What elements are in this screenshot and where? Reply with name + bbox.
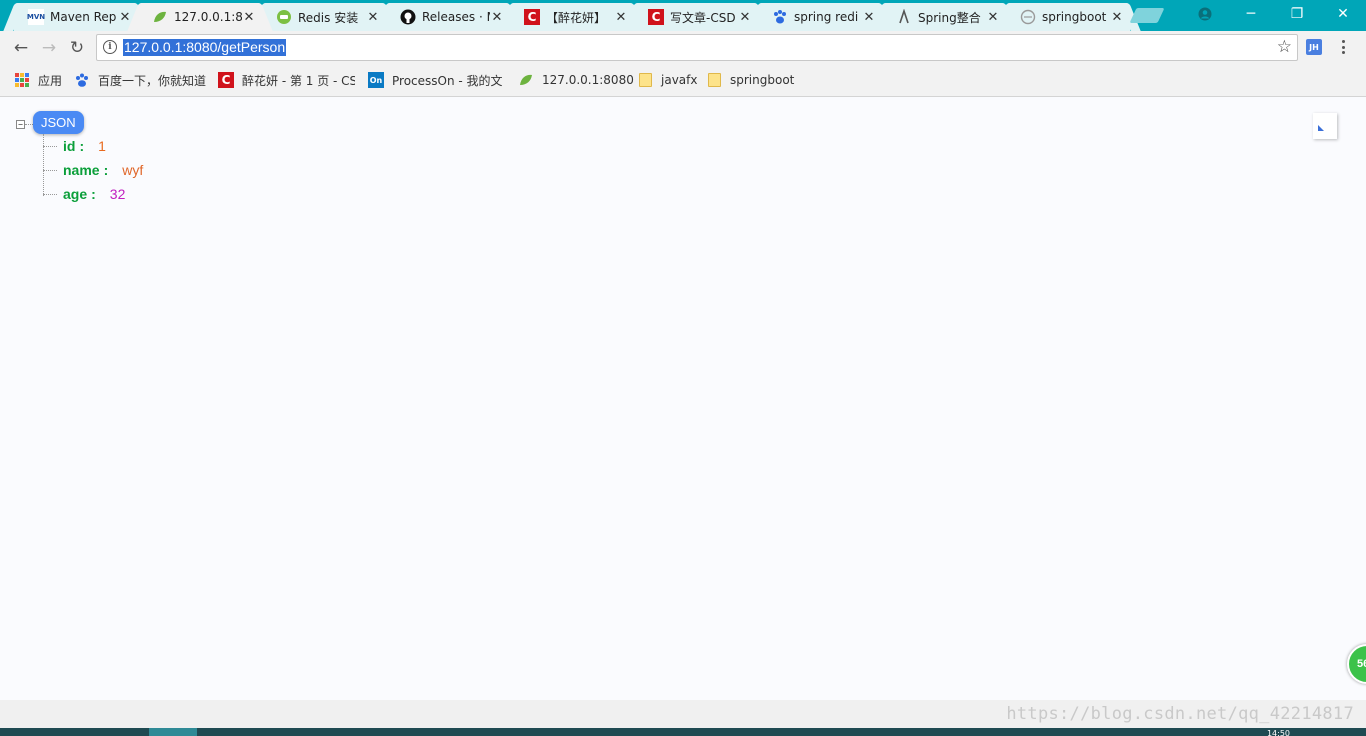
tab-spring-redis[interactable]: spring redi ✕ xyxy=(758,3,882,31)
status-area: https://blog.csdn.net/qq_42214817 xyxy=(0,700,1366,728)
page-icon xyxy=(1020,9,1036,25)
csdn-icon: C xyxy=(648,9,664,25)
json-viewer: − JSON id : 1 name : wyf age : 32 56 xyxy=(0,97,1366,700)
tab-getperson[interactable]: 127.0.0.1:80 ✕ xyxy=(138,3,262,31)
watermark: https://blog.csdn.net/qq_42214817 xyxy=(1006,704,1354,724)
menu-icon[interactable] xyxy=(1336,37,1350,57)
spring-text-icon xyxy=(896,9,912,25)
tab-strip: MVN Maven Rep ✕ 127.0.0.1:80 ✕ Redis 安装 … xyxy=(0,0,1366,31)
tab-maven[interactable]: MVN Maven Rep ✕ xyxy=(14,3,138,31)
json-value: 1 xyxy=(98,138,106,154)
info-icon[interactable]: i xyxy=(103,40,117,54)
bookmark-label: springboot xyxy=(730,73,795,87)
tab-springboot[interactable]: springboot ✕ xyxy=(1006,3,1130,31)
bookmark-folder-springboot[interactable]: springboot xyxy=(706,71,794,89)
json-colon: : xyxy=(79,138,85,154)
toolbar: ← → ↻ i 127.0.0.1:8080/getPerson ☆ JH xyxy=(0,31,1366,64)
json-root-badge[interactable]: JSON xyxy=(33,111,84,134)
viewer-expand-button[interactable] xyxy=(1313,113,1337,139)
json-value: 32 xyxy=(109,186,126,202)
json-field-row: age : 32 xyxy=(43,184,125,204)
tab-redis[interactable]: Redis 安装 ✕ xyxy=(262,3,386,31)
close-window-button[interactable]: ✕ xyxy=(1320,0,1366,28)
tab-title: 【醉花妍】 xyxy=(546,10,607,25)
maven-icon: MVN xyxy=(27,9,45,25)
tab-write-article[interactable]: C 写文章-CSD ✕ xyxy=(634,3,758,31)
back-button[interactable]: ← xyxy=(9,36,33,60)
close-icon[interactable]: ✕ xyxy=(242,10,256,25)
bookmark-baidu[interactable]: 百度一下，你就知道 xyxy=(74,71,206,89)
baidu-icon xyxy=(772,9,788,25)
bookmark-label: ProcessOn - 我的文 xyxy=(392,73,503,88)
address-bar[interactable]: i 127.0.0.1:8080/getPerson ☆ xyxy=(96,34,1298,61)
tab-zuihuayan[interactable]: C 【醉花妍】 ✕ xyxy=(510,3,634,31)
tab-title: Maven Rep xyxy=(50,10,117,24)
taskbar: 14:50 xyxy=(0,728,1366,736)
tab-title: 127.0.0.1:80 xyxy=(174,10,242,24)
bookmark-label: javafx xyxy=(661,73,698,87)
bookmark-label: 百度一下，你就知道 xyxy=(98,73,207,88)
bookmark-processon[interactable]: On ProcessOn - 我的文 xyxy=(368,71,503,89)
tab-spring-integration[interactable]: Spring整合 ✕ xyxy=(882,3,1006,31)
floating-badge[interactable]: 56 xyxy=(1347,644,1366,684)
bookmarks-bar: 应用 百度一下，你就知道 C 醉花妍 - 第 1 页 - CS On Proce… xyxy=(0,64,1366,97)
bookmark-star-icon[interactable]: ☆ xyxy=(1277,37,1292,57)
tab-title: Spring整合 xyxy=(918,10,981,25)
taskbar-clock: 14:50 xyxy=(1266,730,1290,736)
bookmark-csdn[interactable]: C 醉花妍 - 第 1 页 - CS xyxy=(218,71,355,89)
restore-button[interactable]: ❐ xyxy=(1274,0,1320,28)
corner-arrow-icon xyxy=(1318,125,1324,131)
forward-button[interactable]: → xyxy=(37,36,61,60)
tab-title: spring redi xyxy=(794,10,859,24)
json-value: wyf xyxy=(122,162,144,178)
folder-icon xyxy=(706,72,722,88)
baidu-paw-icon xyxy=(74,72,90,88)
json-field-row: name : wyf xyxy=(43,160,143,180)
jsonhandle-extension-icon[interactable]: JH xyxy=(1306,39,1322,55)
tab-title: Redis 安装 xyxy=(298,10,359,25)
bookmark-label: 127.0.0.1:8080 xyxy=(542,73,634,87)
bookmark-apps[interactable]: 应用 xyxy=(14,71,62,89)
tab-title: Releases · M xyxy=(422,10,490,24)
csdn-icon: C xyxy=(524,9,540,25)
tree-connector xyxy=(25,124,33,125)
json-key: age xyxy=(63,186,88,202)
bookmark-label: 应用 xyxy=(38,73,63,88)
close-icon[interactable]: ✕ xyxy=(1110,10,1124,25)
csdn-icon: C xyxy=(218,72,234,88)
redis-icon xyxy=(276,9,292,25)
tab-releases[interactable]: Releases · M ✕ xyxy=(386,3,510,31)
new-tab-button[interactable] xyxy=(1129,8,1165,23)
json-field-row: id : 1 xyxy=(43,136,106,156)
minimize-button[interactable]: ─ xyxy=(1228,0,1274,28)
tab-title: 写文章-CSD xyxy=(670,10,736,25)
json-key: id xyxy=(63,138,76,154)
bookmark-folder-javafx[interactable]: javafx xyxy=(637,71,697,89)
tab-title: springboot xyxy=(1042,10,1107,24)
apps-grid-icon xyxy=(14,72,30,88)
collapse-toggle[interactable]: − xyxy=(16,120,25,129)
bookmark-label: 醉花妍 - 第 1 页 - CS xyxy=(242,73,355,88)
processon-icon: On xyxy=(368,72,384,88)
json-colon: : xyxy=(91,186,96,202)
folder-icon xyxy=(637,72,653,88)
bookmark-localhost[interactable]: 127.0.0.1:8080 xyxy=(518,71,634,89)
spring-leaf-icon xyxy=(518,72,534,88)
url-text[interactable]: 127.0.0.1:8080/getPerson xyxy=(123,39,287,56)
github-icon xyxy=(400,9,416,25)
reload-button[interactable]: ↻ xyxy=(65,36,89,60)
json-key: name xyxy=(63,162,100,178)
profile-icon[interactable] xyxy=(1182,0,1228,28)
taskbar-active-app[interactable] xyxy=(149,728,197,736)
spring-leaf-icon xyxy=(152,9,168,25)
json-colon: : xyxy=(103,162,109,178)
